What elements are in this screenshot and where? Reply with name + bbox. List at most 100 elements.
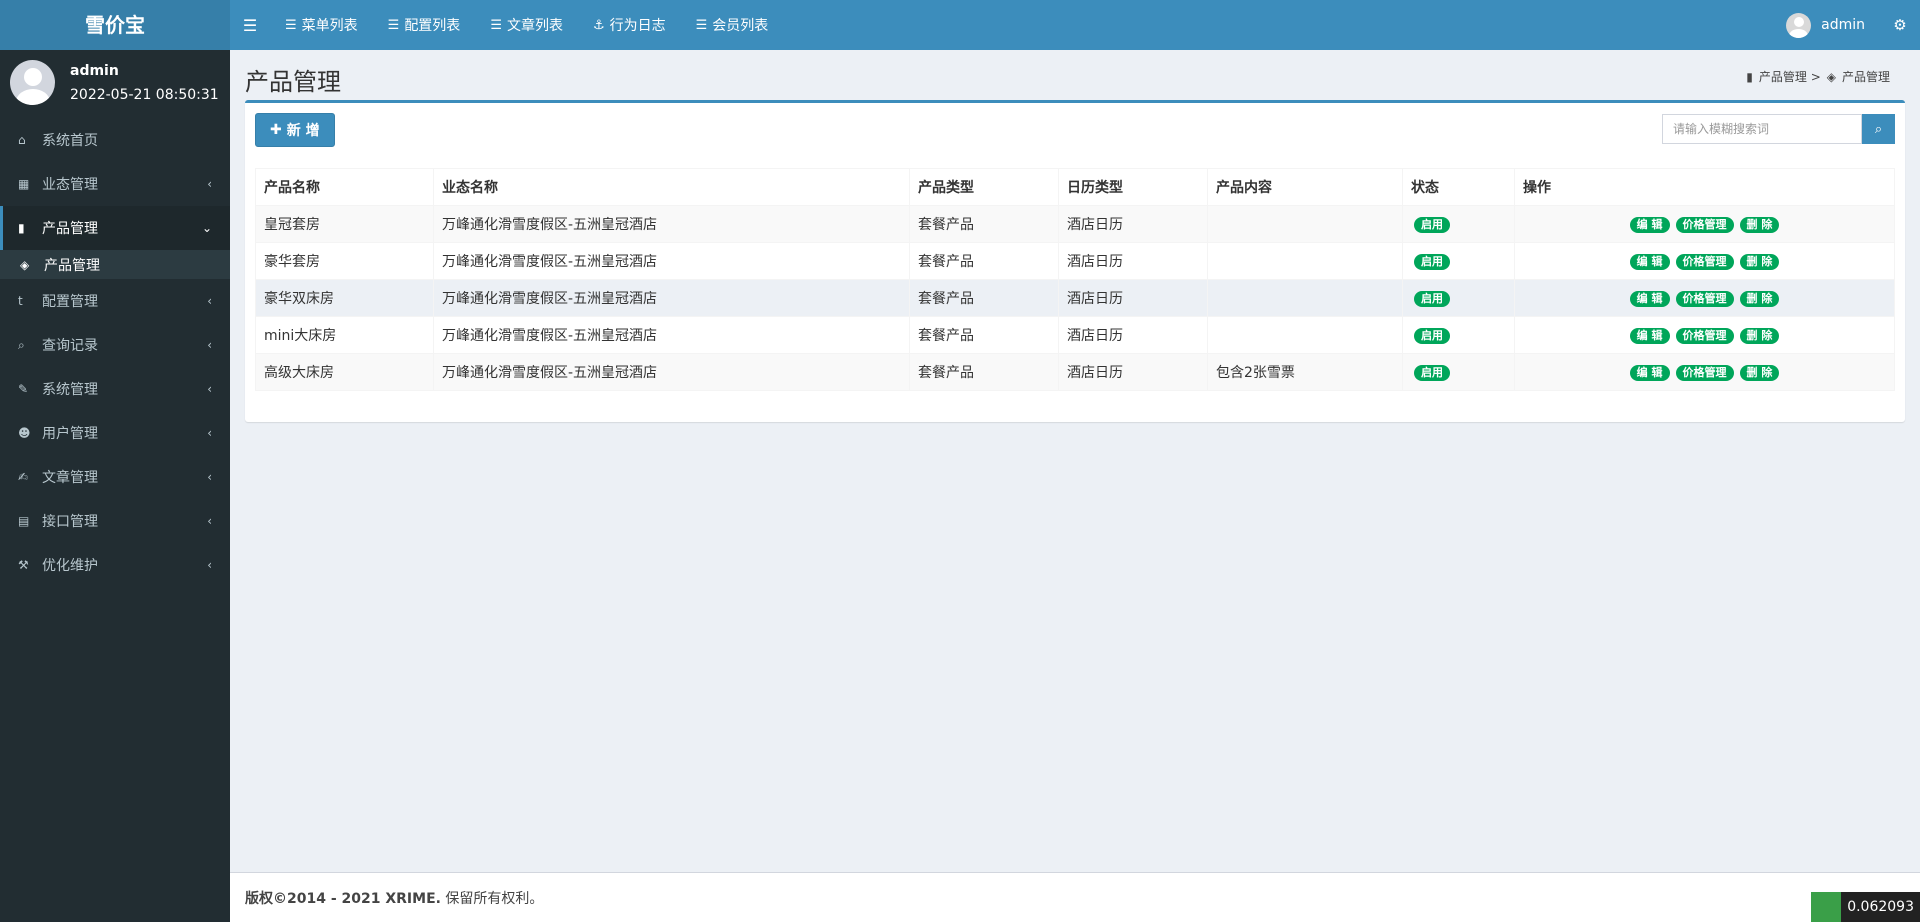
topnav-item-behavior-log[interactable]: ⚓ 行为日志 bbox=[578, 0, 681, 50]
sidebar-item-maintenance[interactable]: ⚒ 优化维护 ‹ bbox=[0, 543, 230, 587]
avatar bbox=[10, 60, 55, 105]
search-group: ⌕ bbox=[1662, 114, 1895, 144]
topnav-item-config-list[interactable]: ☰ 配置列表 bbox=[373, 0, 476, 50]
user-panel-time: 2022-05-21 08:50:31 bbox=[70, 87, 219, 103]
delete-button[interactable]: 删 除 bbox=[1739, 327, 1780, 344]
user-panel-name: admin bbox=[70, 63, 119, 79]
page-title: 产品管理 bbox=[245, 68, 341, 96]
sidebar-item-api[interactable]: ▤ 接口管理 ‹ bbox=[0, 499, 230, 543]
settings-button[interactable]: ⚙ bbox=[1880, 0, 1920, 50]
table-row: mini大床房 万峰通化滑雪度假区-五洲皇冠酒店 套餐产品 酒店日历 启用 编 … bbox=[255, 316, 1895, 354]
plus-icon: ✚ bbox=[270, 122, 282, 138]
column-header: 产品类型 bbox=[909, 168, 1059, 206]
cell-type: 套餐产品 bbox=[909, 316, 1059, 354]
delete-button[interactable]: 删 除 bbox=[1739, 253, 1780, 270]
top-right-area: admin ⚙ bbox=[1771, 0, 1920, 50]
table-row: 豪华套房 万峰通化滑雪度假区-五洲皇冠酒店 套餐产品 酒店日历 启用 编 辑价格… bbox=[255, 242, 1895, 280]
edit-button[interactable]: 编 辑 bbox=[1629, 290, 1670, 307]
breadcrumb: ▮ 产品管理 > ◈ 产品管理 bbox=[1746, 68, 1890, 85]
delete-button[interactable]: 删 除 bbox=[1739, 290, 1780, 307]
cell-venue: 万峰通化滑雪度假区-五洲皇冠酒店 bbox=[433, 279, 910, 317]
cell-status: 启用 bbox=[1402, 205, 1515, 243]
status-badge[interactable]: 启用 bbox=[1414, 216, 1450, 233]
sidebar-item-articles[interactable]: ✍ 文章管理 ‹ bbox=[0, 455, 230, 499]
price-management-button[interactable]: 价格管理 bbox=[1675, 290, 1734, 307]
column-header: 日历类型 bbox=[1058, 168, 1208, 206]
content-header: 产品管理 ▮ 产品管理 > ◈ 产品管理 bbox=[230, 50, 1920, 100]
edit-button[interactable]: 编 辑 bbox=[1629, 253, 1670, 270]
delete-button[interactable]: 删 除 bbox=[1739, 216, 1780, 233]
cell-calendar: 酒店日历 bbox=[1058, 279, 1208, 317]
sidebar-item-label: 接口管理 bbox=[42, 514, 98, 530]
user-menu[interactable]: admin bbox=[1771, 0, 1880, 50]
topnav-label: 行为日志 bbox=[609, 18, 666, 34]
list-icon: ☰ bbox=[285, 17, 297, 33]
status-badge[interactable]: 启用 bbox=[1414, 253, 1450, 270]
debug-logo-icon bbox=[1811, 892, 1842, 922]
search-button[interactable]: ⌕ bbox=[1862, 114, 1895, 144]
user-panel: admin 2022-05-21 08:50:31 bbox=[0, 50, 230, 118]
product-table-wrap: 产品名称 业态名称 产品类型 日历类型 产品内容 状态 操作 皇冠套房 万峰通化… bbox=[255, 168, 1895, 391]
cell-status: 启用 bbox=[1402, 279, 1515, 317]
cell-type: 套餐产品 bbox=[909, 279, 1059, 317]
sidebar-toggle-button[interactable]: ☰ bbox=[230, 0, 270, 50]
list-icon: ☰ bbox=[387, 17, 400, 33]
add-button[interactable]: ✚ 新 增 bbox=[255, 113, 335, 147]
search-input[interactable] bbox=[1662, 114, 1862, 144]
status-badge[interactable]: 启用 bbox=[1414, 364, 1450, 381]
performance-value: 0.062093 bbox=[1841, 892, 1920, 922]
footer-copyright: 版权©2014 - 2021 XRIME. bbox=[245, 891, 441, 907]
wrench-icon: ✎ bbox=[18, 382, 29, 396]
cell-calendar: 酒店日历 bbox=[1058, 353, 1208, 391]
cell-status: 启用 bbox=[1402, 353, 1515, 391]
chevron-left-icon: ‹ bbox=[207, 558, 212, 572]
topnav-item-member-list[interactable]: ☰ 会员列表 bbox=[681, 0, 784, 50]
status-badge[interactable]: 启用 bbox=[1414, 327, 1450, 344]
price-management-button[interactable]: 价格管理 bbox=[1675, 364, 1734, 381]
sidebar-item-products[interactable]: ▮ 产品管理 ⌄ bbox=[0, 206, 230, 250]
price-management-button[interactable]: 价格管理 bbox=[1675, 327, 1734, 344]
chevron-left-icon: ‹ bbox=[207, 177, 212, 191]
hamburger-icon: ☰ bbox=[242, 15, 258, 35]
sidebar-subitem-label: 产品管理 bbox=[44, 257, 100, 274]
sidebar-item-label: 业态管理 bbox=[42, 177, 98, 193]
cell-calendar: 酒店日历 bbox=[1058, 316, 1208, 354]
sidebar-item-config[interactable]: t 配置管理 ‹ bbox=[0, 279, 230, 323]
cell-actions: 编 辑价格管理删 除 bbox=[1514, 205, 1895, 243]
footer: 版权©2014 - 2021 XRIME. 保留所有权利。 bbox=[230, 872, 1920, 922]
users-icon: ☻ bbox=[18, 426, 31, 440]
cell-venue: 万峰通化滑雪度假区-五洲皇冠酒店 bbox=[433, 205, 910, 243]
breadcrumb-item[interactable]: 产品管理 > bbox=[1759, 68, 1821, 85]
status-badge[interactable]: 启用 bbox=[1414, 290, 1450, 307]
cell-venue: 万峰通化滑雪度假区-五洲皇冠酒店 bbox=[433, 353, 910, 391]
cell-status: 启用 bbox=[1402, 242, 1515, 280]
topnav-item-menu-list[interactable]: ☰ 菜单列表 bbox=[270, 0, 373, 50]
cell-type: 套餐产品 bbox=[909, 205, 1059, 243]
price-management-button[interactable]: 价格管理 bbox=[1675, 216, 1734, 233]
sidebar-item-query[interactable]: ⌕ 查询记录 ‹ bbox=[0, 323, 230, 367]
grid-icon: ▦ bbox=[18, 177, 30, 191]
performance-widget[interactable]: 0.062093 bbox=[1811, 892, 1920, 922]
list-icon: ☰ bbox=[695, 17, 708, 33]
sidebar-item-home[interactable]: ⌂ 系统首页 bbox=[0, 118, 230, 162]
sidebar-item-business[interactable]: ▦ 业态管理 ‹ bbox=[0, 162, 230, 206]
delete-button[interactable]: 删 除 bbox=[1739, 364, 1780, 381]
cell-venue: 万峰通化滑雪度假区-五洲皇冠酒店 bbox=[433, 316, 910, 354]
table-row: 皇冠套房 万峰通化滑雪度假区-五洲皇冠酒店 套餐产品 酒店日历 启用 编 辑价格… bbox=[255, 205, 1895, 243]
cell-type: 套餐产品 bbox=[909, 242, 1059, 280]
sidebar-item-system[interactable]: ✎ 系统管理 ‹ bbox=[0, 367, 230, 411]
sidebar-item-users[interactable]: ☻ 用户管理 ‹ bbox=[0, 411, 230, 455]
edit-button[interactable]: 编 辑 bbox=[1629, 364, 1670, 381]
price-management-button[interactable]: 价格管理 bbox=[1675, 253, 1734, 270]
cell-name: 高级大床房 bbox=[255, 353, 434, 391]
tumblr-icon: t bbox=[18, 294, 23, 308]
table-row: 豪华双床房 万峰通化滑雪度假区-五洲皇冠酒店 套餐产品 酒店日历 启用 编 辑价… bbox=[255, 279, 1895, 317]
cell-name: mini大床房 bbox=[255, 316, 434, 354]
list-icon: ☰ bbox=[490, 17, 502, 33]
edit-button[interactable]: 编 辑 bbox=[1629, 216, 1670, 233]
app-logo[interactable]: 雪价宝 bbox=[0, 0, 230, 50]
topnav-item-article-list[interactable]: ☰ 文章列表 bbox=[475, 0, 578, 50]
cell-venue: 万峰通化滑雪度假区-五洲皇冠酒店 bbox=[433, 242, 910, 280]
sidebar-subitem-products[interactable]: ◈ 产品管理 bbox=[0, 250, 230, 279]
edit-button[interactable]: 编 辑 bbox=[1629, 327, 1670, 344]
